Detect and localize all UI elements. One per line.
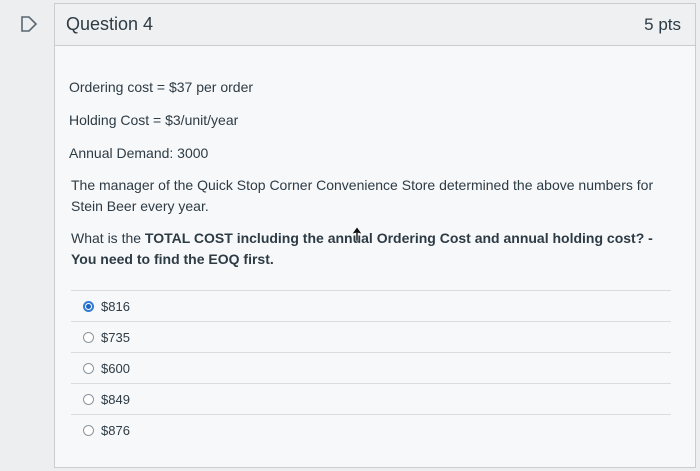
answer-label: $816 xyxy=(101,298,130,314)
ordering-cost-text: Ordering cost = $37 per order xyxy=(69,79,254,95)
quiz-page: Question 4 5 pts Ordering cost = $37 per… xyxy=(0,0,700,471)
radio-button[interactable] xyxy=(83,362,94,374)
question-header: Question 4 5 pts xyxy=(55,4,695,46)
question-points: 5 pts xyxy=(644,14,681,34)
flag-question-icon[interactable] xyxy=(20,16,38,32)
answer-label: $735 xyxy=(101,329,130,345)
radio-button[interactable] xyxy=(83,393,94,405)
answer-list: $816 $735 $600 $849 $876 xyxy=(71,290,671,445)
question-card: Question 4 5 pts Ordering cost = $37 per… xyxy=(54,3,696,468)
answer-option[interactable]: $600 xyxy=(71,352,671,383)
prompt-lead: What is the xyxy=(71,230,145,246)
answer-label: $600 xyxy=(101,360,130,376)
answer-label: $849 xyxy=(101,391,130,407)
annual-demand-text: Annual Demand: 3000 xyxy=(69,145,209,161)
radio-button[interactable] xyxy=(83,424,94,436)
answer-option[interactable]: $849 xyxy=(71,383,671,414)
answer-option[interactable]: $816 xyxy=(71,290,671,321)
answer-label: $876 xyxy=(101,422,130,438)
radio-button[interactable] xyxy=(83,331,94,343)
answer-option[interactable]: $876 xyxy=(71,414,671,445)
holding-cost-text: Holding Cost = $3/unit/year xyxy=(69,112,239,128)
question-prompt: What is the TOTAL COST including the ann… xyxy=(71,228,671,270)
radio-button[interactable] xyxy=(83,300,94,312)
context-text: The manager of the Quick Stop Corner Con… xyxy=(71,177,654,214)
question-title: Question 4 xyxy=(66,14,154,34)
answer-option[interactable]: $735 xyxy=(71,321,671,352)
mouse-cursor-icon xyxy=(351,227,363,241)
